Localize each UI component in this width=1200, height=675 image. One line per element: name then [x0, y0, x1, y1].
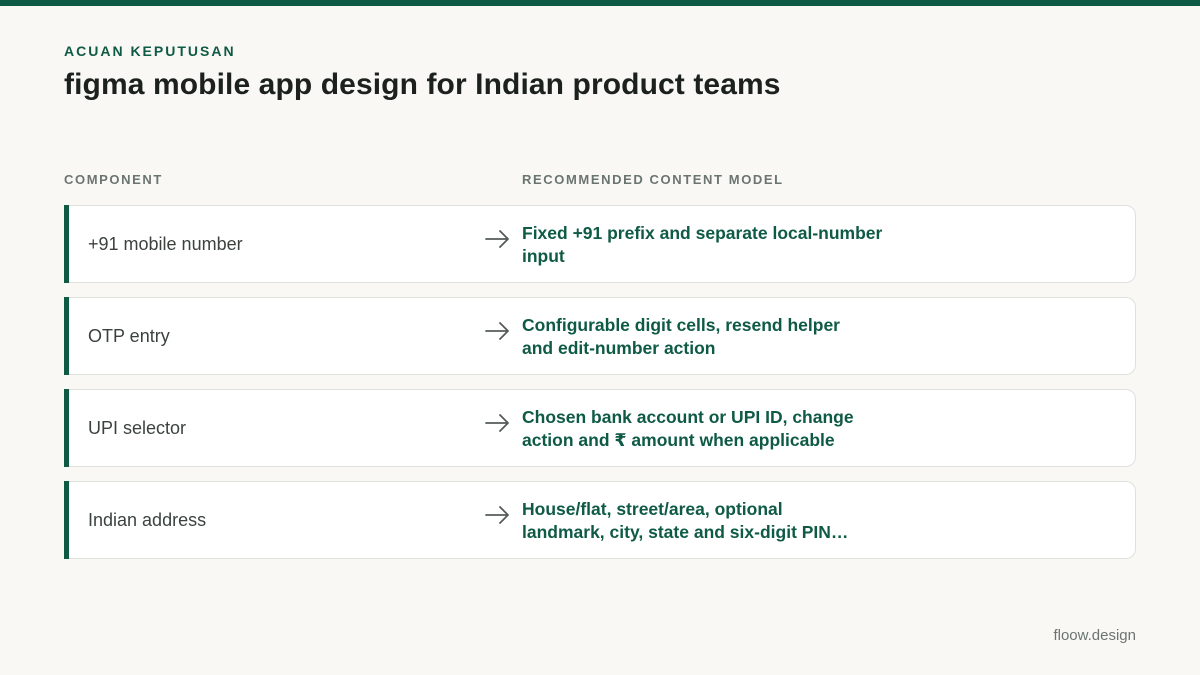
row-content-model: Chosen bank account or UPI ID, change ac…	[522, 406, 922, 452]
brand-footer: floow.design	[1053, 627, 1136, 644]
column-header-model: RECOMMENDED CONTENT MODEL	[522, 172, 784, 187]
row-content-model-line: and edit-number action	[522, 338, 716, 358]
component-table: +91 mobile number Fixed +91 prefix and s…	[64, 205, 1136, 573]
row-content-model-line: input	[522, 246, 565, 266]
row-content-model-line: Configurable digit cells, resend helper	[522, 315, 840, 335]
row-component-label: Indian address	[88, 509, 207, 530]
column-header-component: COMPONENT	[64, 172, 163, 187]
row-content-model-line: action and ₹ amount when applicable	[522, 430, 835, 450]
row-component-label: OTP entry	[88, 325, 170, 346]
row-accent-bar	[64, 205, 69, 283]
table-row: Indian address House/flat, street/area, …	[64, 481, 1136, 559]
arrow-right-icon	[485, 322, 509, 340]
row-content-model-line: landmark, city, state and six-digit PIN…	[522, 522, 849, 542]
eyebrow-label: ACUAN KEPUTUSAN	[64, 43, 236, 59]
arrow-right-icon	[485, 230, 509, 248]
table-row: UPI selector Chosen bank account or UPI …	[64, 389, 1136, 467]
row-content-model-line: Chosen bank account or UPI ID, change	[522, 407, 854, 427]
table-row: OTP entry Configurable digit cells, rese…	[64, 297, 1136, 375]
row-content-model: House/flat, street/area, optional landma…	[522, 498, 922, 544]
row-accent-bar	[64, 297, 69, 375]
page-title: figma mobile app design for Indian produ…	[64, 68, 781, 101]
row-content-model: Fixed +91 prefix and separate local-numb…	[522, 222, 922, 268]
arrow-right-icon	[485, 414, 509, 432]
row-accent-bar	[64, 481, 69, 559]
table-row: +91 mobile number Fixed +91 prefix and s…	[64, 205, 1136, 283]
arrow-right-icon	[485, 506, 509, 524]
row-accent-bar	[64, 389, 69, 467]
row-content-model: Configurable digit cells, resend helper …	[522, 314, 922, 360]
row-content-model-line: Fixed +91 prefix and separate local-numb…	[522, 223, 883, 243]
row-component-label: UPI selector	[88, 417, 187, 438]
top-accent-bar	[0, 0, 1200, 6]
row-content-model-line: House/flat, street/area, optional	[522, 499, 783, 519]
row-component-label: +91 mobile number	[88, 233, 243, 254]
